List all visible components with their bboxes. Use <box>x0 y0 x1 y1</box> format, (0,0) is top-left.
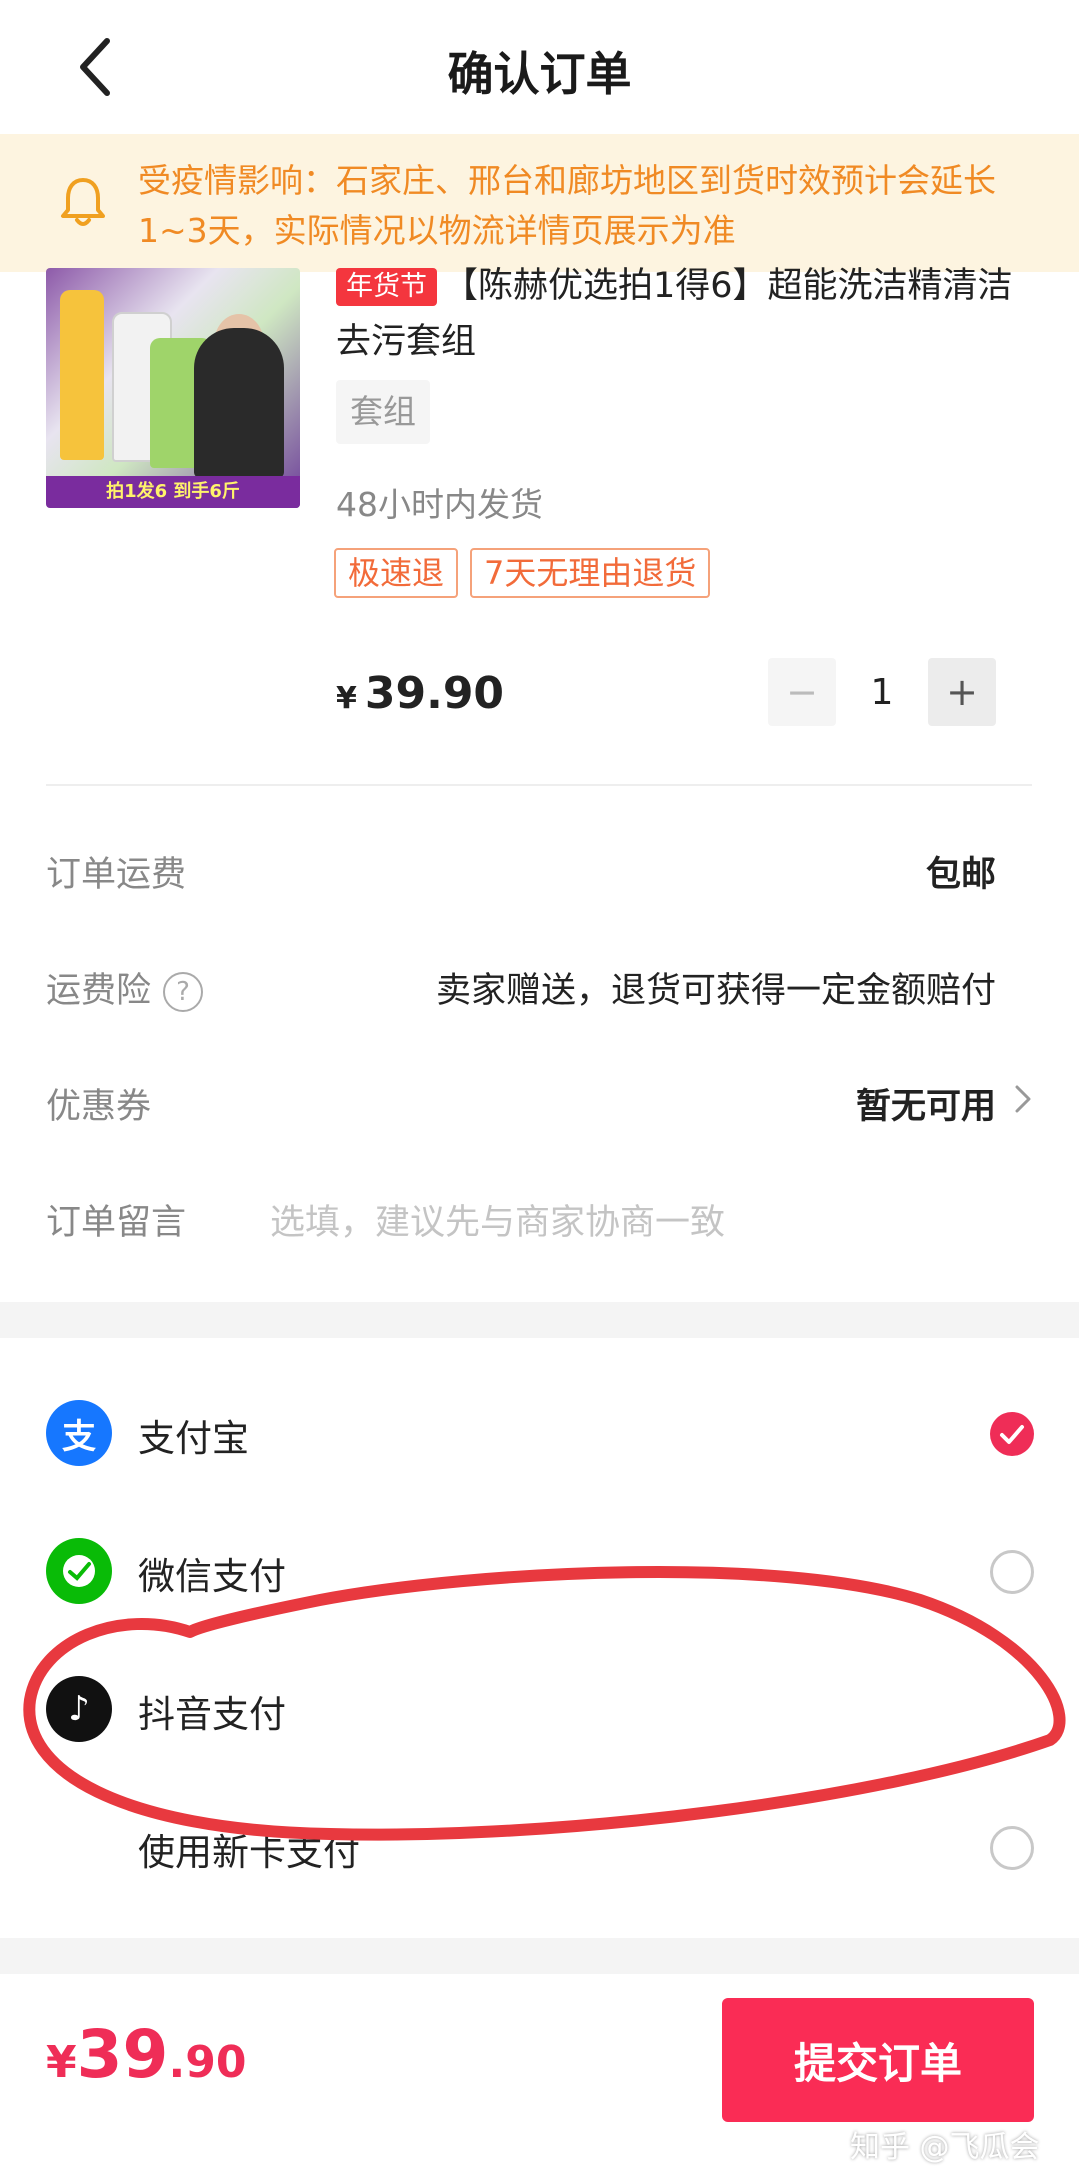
product-image[interactable]: 拍1发6 到手6斤 <box>46 268 300 508</box>
total-int: 39 <box>76 2016 169 2093</box>
product-title-text: 【陈赫优选拍1得6】超能洗洁精清洁去污套组 <box>336 266 1013 362</box>
coupon-label: 优惠券 <box>46 1087 152 1127</box>
payment-label-alipay: 支付宝 <box>138 1417 249 1460</box>
notice-banner: 受疫情影响：石家庄、邢台和廊坊地区到货时效预计会延长1~3天，实际情况以物流详情… <box>0 134 1079 272</box>
shipping-fee-label: 订单运费 <box>46 855 187 895</box>
price-symbol: ¥ <box>336 681 357 716</box>
alipay-icon: 支 <box>46 1400 112 1466</box>
message-row[interactable]: 订单留言 选填，建议先与商家协商一致 <box>46 1178 1032 1258</box>
spec-tag[interactable]: 套组 <box>336 380 430 444</box>
bell-icon <box>61 178 105 226</box>
insurance-label-wrap: 运费险? <box>46 962 204 1013</box>
douyin-pay-icon: ♪ <box>46 1676 112 1742</box>
divider <box>46 784 1032 786</box>
insurance-row: 运费险? 卖家赠送，退货可获得一定金额赔付 <box>46 946 1032 1026</box>
wechat-pay-icon <box>46 1538 112 1604</box>
message-input[interactable]: 选填，建议先与商家协商一致 <box>270 1194 725 1245</box>
help-icon[interactable]: ? <box>163 972 204 1012</box>
payment-label-wechat: 微信支付 <box>138 1555 286 1598</box>
payment-option-wechat[interactable]: 微信支付 <box>0 1502 1079 1632</box>
header: 确认订单 <box>0 0 1079 136</box>
price-value: 39.90 <box>364 668 505 719</box>
product-title[interactable]: 年货节 【陈赫优选拍1得6】超能洗洁精清洁去污套组 <box>336 258 1036 370</box>
quantity-value: 1 <box>870 671 894 713</box>
section-gap-bottom <box>0 1938 1079 1974</box>
decrease-button[interactable]: − <box>768 658 836 726</box>
increase-button[interactable]: + <box>928 658 996 726</box>
product-price: ¥39.90 <box>336 668 504 719</box>
service-tag-7day-return: 7天无理由退货 <box>470 548 711 598</box>
product-image-banner: 拍1发6 到手6斤 <box>46 476 300 508</box>
quantity-stepper[interactable]: − 1 + <box>768 656 998 728</box>
submit-order-button[interactable]: 提交订单 <box>722 1998 1034 2122</box>
radio-wechat[interactable] <box>990 1550 1034 1594</box>
service-tag-fast-refund: 极速退 <box>334 548 459 598</box>
notice-text: 受疫情影响：石家庄、邢台和廊坊地区到货时效预计会延长1~3天，实际情况以物流详情… <box>138 161 996 250</box>
service-tags: 极速退 7天无理由退货 <box>334 548 711 598</box>
message-label: 订单留言 <box>46 1203 187 1243</box>
radio-alipay[interactable] <box>990 1412 1034 1456</box>
page-title: 确认订单 <box>447 47 632 101</box>
coupon-value: 暂无可用 <box>855 1087 996 1127</box>
total-price: ¥39.90 <box>46 2016 246 2093</box>
section-gap <box>0 1302 1079 1338</box>
insurance-label: 运费险 <box>46 971 152 1011</box>
wechat-check-icon <box>63 1555 95 1587</box>
ship-time: 48小时内发货 <box>336 485 543 524</box>
payment-option-alipay[interactable]: 支 支付宝 <box>0 1364 1079 1494</box>
payment-label-douyin: 抖音支付 <box>138 1693 286 1736</box>
insurance-value: 卖家赠送，退货可获得一定金额赔付 <box>435 971 996 1011</box>
payment-label-new-card: 使用新卡支付 <box>138 1831 360 1874</box>
payment-option-douyin[interactable]: ♪ 抖音支付 <box>0 1640 1079 1770</box>
payment-option-new-card[interactable]: 使用新卡支付 <box>0 1778 1079 1908</box>
shipping-fee-value: 包邮 <box>925 855 996 895</box>
watermark: 知乎 @飞瓜会 <box>850 2130 1040 2165</box>
coupon-row[interactable]: 优惠券 暂无可用 <box>46 1062 1032 1142</box>
chevron-right-icon <box>1015 1085 1031 1113</box>
footer-bar: ¥39.90 提交订单 知乎 @飞瓜会 <box>0 1974 1079 2169</box>
shipping-fee-row: 订单运费 包邮 <box>46 830 1032 910</box>
total-symbol: ¥ <box>46 2037 77 2088</box>
festival-tag: 年货节 <box>336 268 437 306</box>
radio-new-card[interactable] <box>990 1826 1034 1870</box>
total-dec: .90 <box>168 2037 247 2088</box>
check-icon <box>1000 1425 1024 1444</box>
